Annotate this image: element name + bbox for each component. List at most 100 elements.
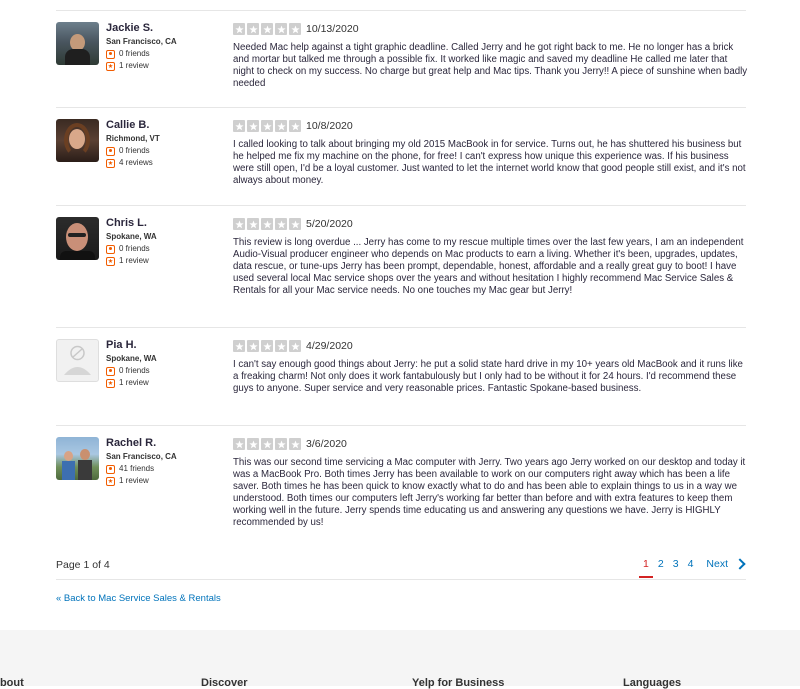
star-badge-icon — [106, 61, 115, 71]
star-badge-icon — [106, 476, 115, 486]
reviewer-location: Richmond, VT — [106, 134, 160, 143]
reviewer-info: Pia H. Spokane, WA 0 friends 1 review — [56, 339, 233, 425]
reviewer-location: San Francisco, CA — [106, 37, 177, 46]
page-link-4[interactable]: 4 — [688, 558, 694, 570]
page-links: 1 2 3 4 Next — [634, 558, 746, 578]
next-label: Next — [706, 558, 728, 570]
reviewer-name[interactable]: Jackie S. — [106, 22, 177, 35]
friends-count: 0 friends — [106, 145, 160, 157]
star-icon — [233, 23, 245, 35]
page-count: Page 1 of 4 — [56, 559, 110, 571]
reviewer-info: Callie B. Richmond, VT 0 friends 4 revie… — [56, 119, 233, 205]
star-rating — [233, 438, 303, 450]
avatar[interactable] — [56, 22, 99, 65]
footer-heading-languages: Languages — [623, 677, 682, 689]
star-icon — [275, 340, 287, 352]
pagination: Page 1 of 4 1 2 3 4 Next — [56, 552, 746, 580]
friends-count: 0 friends — [106, 365, 157, 377]
review-text: This review is long overdue ... Jerry ha… — [233, 237, 744, 296]
star-badge-icon — [106, 158, 115, 168]
friends-icon — [106, 244, 115, 254]
star-icon — [233, 438, 245, 450]
avatar[interactable] — [56, 339, 99, 382]
star-icon — [275, 218, 287, 230]
star-icon — [233, 218, 245, 230]
reviewer-name[interactable]: Rachel R. — [106, 437, 177, 450]
star-badge-icon — [106, 378, 115, 388]
reviewer-name[interactable]: Chris L. — [106, 217, 157, 230]
star-icon — [275, 23, 287, 35]
star-rating — [233, 120, 303, 132]
review-list: Jackie S. San Francisco, CA 0 friends 1 … — [56, 11, 748, 548]
review-item: Jackie S. San Francisco, CA 0 friends 1 … — [56, 11, 748, 108]
footer-heading-about: About — [0, 677, 24, 689]
star-rating — [233, 218, 303, 230]
star-icon — [261, 340, 273, 352]
reviewer-name[interactable]: Pia H. — [106, 339, 157, 352]
reviewer-info: Jackie S. San Francisco, CA 0 friends 1 … — [56, 22, 233, 107]
review-date: 3/6/2020 — [306, 438, 347, 450]
star-badge-icon — [106, 256, 115, 266]
star-icon — [275, 438, 287, 450]
star-rating — [233, 23, 303, 35]
friends-icon — [106, 464, 115, 474]
review-item: Callie B. Richmond, VT 0 friends 4 revie… — [56, 108, 746, 206]
review-item: Pia H. Spokane, WA 0 friends 1 review 4/… — [56, 328, 746, 426]
review-item: Chris L. Spokane, WA 0 friends 1 review … — [56, 206, 746, 328]
review-count: 4 reviews — [106, 157, 160, 169]
site-footer: About Discover Yelp for Business Languag… — [0, 630, 800, 689]
next-page-button[interactable]: Next — [706, 558, 746, 570]
review-text: I can't say enough good things about Jer… — [233, 359, 743, 394]
star-icon — [289, 438, 301, 450]
reviewer-location: Spokane, WA — [106, 232, 157, 241]
star-rating — [233, 340, 303, 352]
review-date: 4/29/2020 — [306, 340, 353, 352]
review-date: 5/20/2020 — [306, 218, 353, 230]
star-icon — [233, 120, 245, 132]
star-icon — [247, 218, 259, 230]
default-user-icon — [64, 345, 91, 375]
star-icon — [289, 218, 301, 230]
reviewer-location: San Francisco, CA — [106, 452, 177, 461]
star-icon — [247, 340, 259, 352]
friends-icon — [106, 146, 115, 156]
friends-icon — [106, 366, 115, 376]
review-text: I called looking to talk about bringing … — [233, 139, 746, 186]
reviewer-info: Chris L. Spokane, WA 0 friends 1 review — [56, 217, 233, 327]
reviewer-info: Rachel R. San Francisco, CA 41 friends 1… — [56, 437, 233, 548]
avatar[interactable] — [56, 119, 99, 162]
review-count: 1 review — [106, 377, 157, 389]
reviewer-name[interactable]: Callie B. — [106, 119, 160, 132]
star-icon — [261, 23, 273, 35]
review-text: This was our second time servicing a Mac… — [233, 457, 746, 528]
review-text: Needed Mac help against a tight graphic … — [233, 42, 748, 89]
reviewer-location: Spokane, WA — [106, 354, 157, 363]
review-count: 1 review — [106, 475, 177, 487]
page-link-3[interactable]: 3 — [673, 558, 679, 570]
star-icon — [289, 23, 301, 35]
star-icon — [289, 120, 301, 132]
star-icon — [275, 120, 287, 132]
star-icon — [261, 120, 273, 132]
review-item: Rachel R. San Francisco, CA 41 friends 1… — [56, 426, 746, 548]
review-count: 1 review — [106, 255, 157, 267]
star-icon — [247, 23, 259, 35]
star-icon — [261, 218, 273, 230]
back-to-business-link[interactable]: « Back to Mac Service Sales & Rentals — [56, 593, 221, 604]
footer-heading-discover: Discover — [201, 677, 248, 689]
friends-count: 41 friends — [106, 463, 177, 475]
avatar[interactable] — [56, 437, 99, 480]
star-icon — [247, 120, 259, 132]
friends-count: 0 friends — [106, 48, 177, 60]
star-icon — [247, 438, 259, 450]
star-icon — [261, 438, 273, 450]
avatar[interactable] — [56, 217, 99, 260]
footer-heading-business: Yelp for Business — [412, 677, 505, 689]
friends-count: 0 friends — [106, 243, 157, 255]
star-icon — [233, 340, 245, 352]
chevron-right-icon — [734, 558, 746, 570]
page-link-1[interactable]: 1 — [639, 558, 653, 578]
review-count: 1 review — [106, 60, 177, 72]
page-link-2[interactable]: 2 — [658, 558, 664, 570]
friends-icon — [106, 49, 115, 59]
